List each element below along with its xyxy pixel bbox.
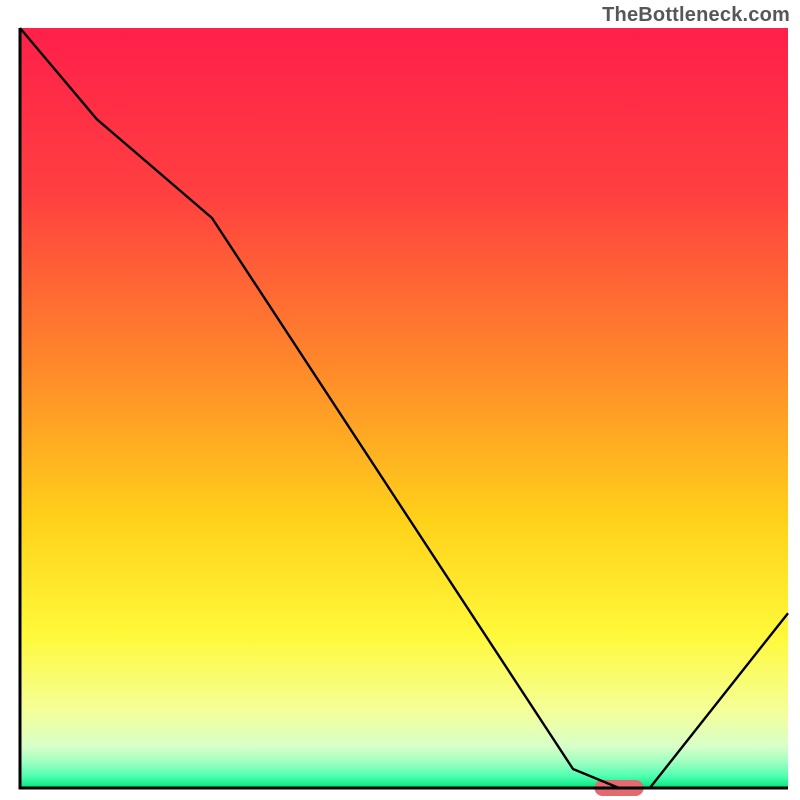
chart-background <box>20 28 788 788</box>
chart-svg <box>0 0 800 800</box>
